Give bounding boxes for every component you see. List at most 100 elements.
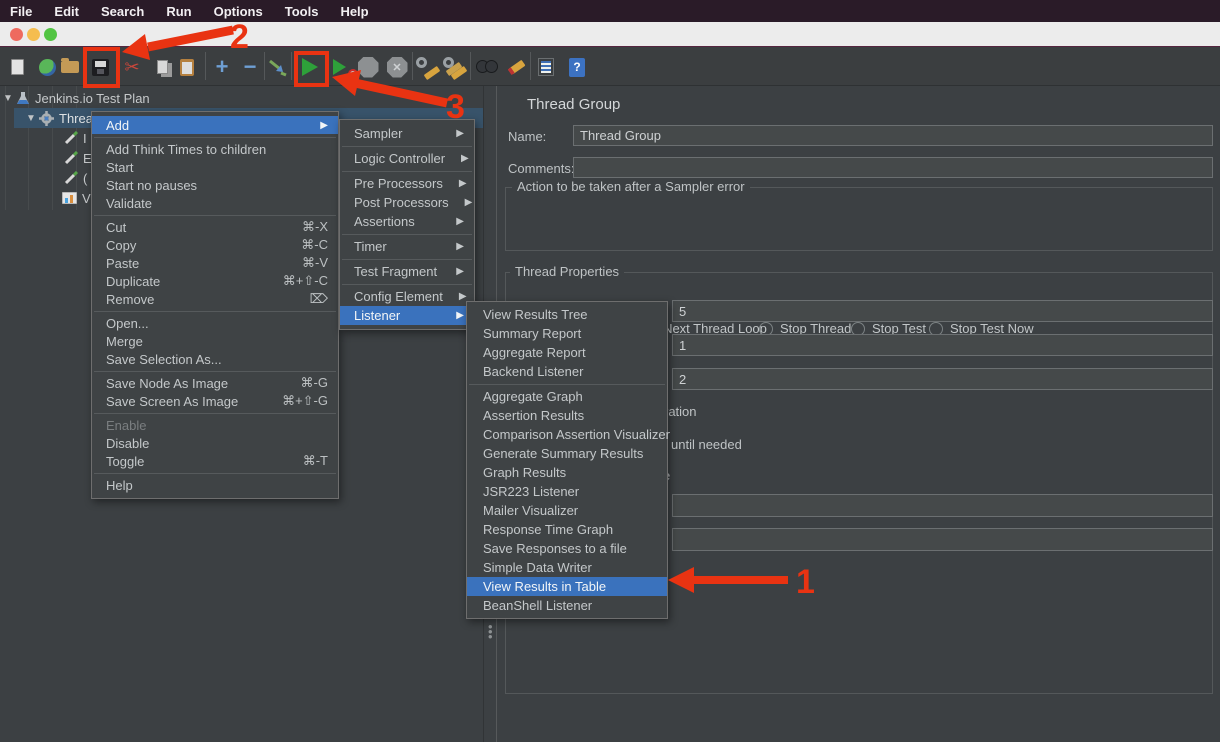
add-submenu-item-test-fragment[interactable]: Test Fragment▶: [340, 262, 474, 281]
folder-icon: [61, 61, 79, 73]
context-menu-item-duplicate[interactable]: Duplicate⌘+⇧-C: [92, 272, 338, 290]
listener-item-beanshell-listener[interactable]: BeanShell Listener: [467, 596, 667, 615]
help-icon[interactable]: ?: [564, 53, 590, 81]
splitter-grip-icon[interactable]: •••: [488, 624, 493, 639]
add-submenu-item-pre-processors[interactable]: Pre Processors▶: [340, 174, 474, 193]
minimize-window-button[interactable]: [27, 28, 40, 41]
listener-item-aggregate-graph[interactable]: Aggregate Graph: [467, 387, 667, 406]
add-submenu-item-timer[interactable]: Timer▶: [340, 237, 474, 256]
add-submenu-item-config-element[interactable]: Config Element▶: [340, 287, 474, 306]
menu-item-label: Graph Results: [483, 465, 566, 480]
add-submenu-item-sampler[interactable]: Sampler▶: [340, 124, 474, 143]
context-menu-item-remove[interactable]: Remove⌦: [92, 290, 338, 308]
listener-item-comparison-assertion-visualizer[interactable]: Comparison Assertion Visualizer: [467, 425, 667, 444]
comments-input[interactable]: [573, 157, 1213, 178]
context-menu-item-save-screen-as-image[interactable]: Save Screen As Image⌘+⇧-G: [92, 392, 338, 410]
menu-item-label: Test Fragment: [354, 264, 437, 279]
context-menu-item-add[interactable]: Add ▶: [92, 116, 338, 134]
add-submenu-item-logic-controller[interactable]: Logic Controller▶: [340, 149, 474, 168]
name-input[interactable]: Thread Group: [573, 125, 1213, 146]
context-menu-item-save-node-as-image[interactable]: Save Node As Image⌘-G: [92, 374, 338, 392]
add-submenu-item-assertions[interactable]: Assertions▶: [340, 212, 474, 231]
ramp-up-period-input[interactable]: 1: [672, 334, 1213, 356]
jmeter-window: File Edit Search Run Options Tools Help …: [0, 0, 1220, 742]
reset-search-icon[interactable]: [503, 53, 529, 81]
function-helper-icon[interactable]: [533, 53, 559, 81]
number-of-threads-input[interactable]: 5: [672, 300, 1213, 322]
listener-item-view-results-tree[interactable]: View Results Tree: [467, 305, 667, 324]
menu-shortcut: ⌘-X: [274, 219, 328, 235]
context-menu-item-paste[interactable]: Paste⌘-V: [92, 254, 338, 272]
search-icon[interactable]: [474, 53, 500, 81]
menu-separator: [340, 143, 474, 149]
listener-item-save-responses-to-a-file[interactable]: Save Responses to a file: [467, 539, 667, 558]
context-menu-item-save-selection-as[interactable]: Save Selection As...: [92, 350, 338, 368]
open-file-icon[interactable]: [57, 53, 83, 81]
menu-shortcut: ⌘+⇧-C: [255, 273, 328, 289]
context-menu-item-start-no-pauses[interactable]: Start no pauses: [92, 176, 338, 194]
menu-shortcut: ⌘+⇧-G: [254, 393, 328, 409]
add-submenu-item-post-processors[interactable]: Post Processors▶: [340, 193, 474, 212]
listener-item-view-results-in-table[interactable]: View Results in Table: [467, 577, 667, 596]
context-menu-item-start[interactable]: Start: [92, 158, 338, 176]
tree-node-label: (: [83, 171, 87, 186]
context-menu-item-copy[interactable]: Copy⌘-C: [92, 236, 338, 254]
listener-item-jsr223-listener[interactable]: JSR223 Listener: [467, 482, 667, 501]
menu-edit[interactable]: Edit: [54, 4, 79, 19]
listener-item-backend-listener[interactable]: Backend Listener: [467, 362, 667, 381]
context-menu-item-open[interactable]: Open...: [92, 314, 338, 332]
menu-help[interactable]: Help: [340, 4, 368, 19]
cut-icon[interactable]: ✂: [119, 53, 145, 81]
menu-item-label: Save Node As Image: [106, 376, 228, 391]
duration-input[interactable]: [672, 494, 1213, 517]
close-window-button[interactable]: [10, 28, 23, 41]
menu-separator: [340, 231, 474, 237]
clear-icon[interactable]: [415, 53, 441, 81]
menu-tools[interactable]: Tools: [285, 4, 319, 19]
loop-count-input[interactable]: 2: [672, 368, 1213, 390]
context-menu-item-add-think-times[interactable]: Add Think Times to children: [92, 140, 338, 158]
paste-icon[interactable]: [174, 53, 200, 81]
name-value: Thread Group: [580, 128, 661, 143]
start-no-pauses-icon[interactable]: [326, 53, 352, 81]
menu-item-label: Help: [106, 478, 133, 493]
context-menu-item-disable[interactable]: Disable: [92, 434, 338, 452]
stop-icon[interactable]: [355, 53, 381, 81]
new-file-icon[interactable]: [4, 53, 30, 81]
menu-item-label: Assertions: [354, 214, 415, 229]
chevron-down-icon[interactable]: ▼: [25, 113, 37, 124]
context-menu-item-toggle[interactable]: Toggle⌘-T: [92, 452, 338, 470]
clear-all-icon[interactable]: [442, 53, 468, 81]
listener-item-response-time-graph[interactable]: Response Time Graph: [467, 520, 667, 539]
listener-item-aggregate-report[interactable]: Aggregate Report: [467, 343, 667, 362]
globe-icon: [39, 59, 56, 76]
menu-item-label: Aggregate Report: [483, 345, 586, 360]
listener-item-generate-summary-results[interactable]: Generate Summary Results: [467, 444, 667, 463]
menu-search[interactable]: Search: [101, 4, 144, 19]
context-menu-item-validate[interactable]: Validate: [92, 194, 338, 212]
copy-icon[interactable]: [149, 53, 175, 81]
context-menu-item-merge[interactable]: Merge: [92, 332, 338, 350]
context-menu-item-cut[interactable]: Cut⌘-X: [92, 218, 338, 236]
menu-separator: [340, 168, 474, 174]
menu-file[interactable]: File: [10, 4, 32, 19]
listener-item-mailer-visualizer[interactable]: Mailer Visualizer: [467, 501, 667, 520]
add-element-icon[interactable]: +: [209, 53, 235, 81]
add-submenu-item-listener[interactable]: Listener▶: [340, 306, 474, 325]
menu-shortcut: ⌘-T: [275, 453, 328, 469]
listener-item-assertion-results[interactable]: Assertion Results: [467, 406, 667, 425]
menu-run[interactable]: Run: [166, 4, 191, 19]
listener-item-summary-report[interactable]: Summary Report: [467, 324, 667, 343]
menu-options[interactable]: Options: [214, 4, 263, 19]
zoom-window-button[interactable]: [44, 28, 57, 41]
remove-element-icon[interactable]: −: [237, 53, 263, 81]
listener-item-simple-data-writer[interactable]: Simple Data Writer: [467, 558, 667, 577]
tree-node-test-plan[interactable]: ▼ Jenkins.io Test Plan: [0, 88, 483, 108]
startup-delay-input[interactable]: [672, 528, 1213, 551]
submenu-arrow-icon: ▶: [445, 153, 469, 164]
shutdown-icon[interactable]: ✕: [384, 53, 410, 81]
listener-item-graph-results[interactable]: Graph Results: [467, 463, 667, 482]
chevron-down-icon[interactable]: ▼: [2, 93, 14, 104]
toggle-icon[interactable]: [265, 53, 291, 81]
context-menu-item-help[interactable]: Help: [92, 476, 338, 494]
